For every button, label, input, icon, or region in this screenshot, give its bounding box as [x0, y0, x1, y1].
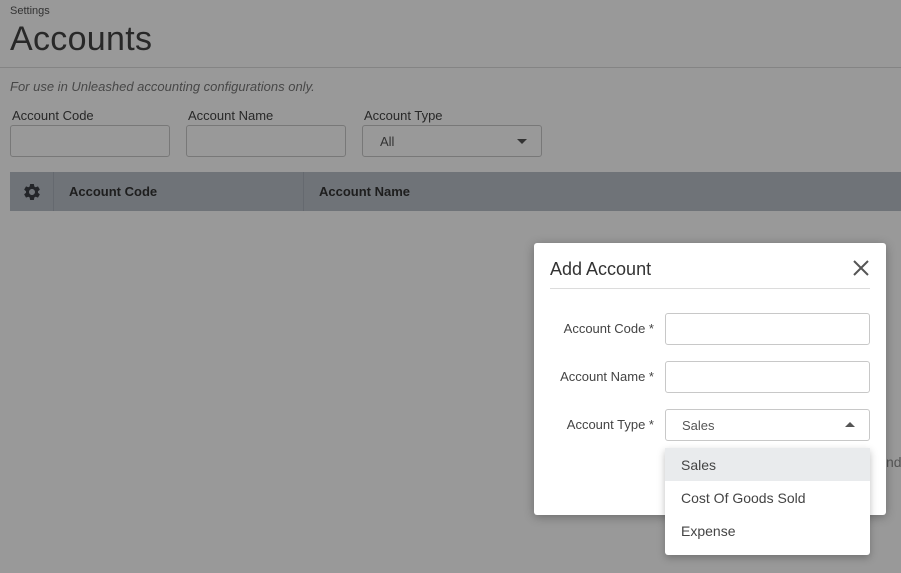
dropdown-option-sales[interactable]: Sales [665, 448, 870, 481]
close-icon[interactable] [852, 259, 870, 277]
modal-title: Add Account [550, 259, 652, 279]
account-code-label: Account Code * [563, 321, 654, 336]
account-type-select[interactable]: Sales [665, 409, 870, 441]
account-code-field[interactable] [665, 313, 870, 345]
modal-divider [550, 288, 870, 289]
account-name-label: Account Name * [560, 369, 654, 384]
dropdown-option-expense[interactable]: Expense [665, 514, 870, 547]
background-peek-text: nd [886, 454, 901, 470]
close-icon-svg [853, 260, 869, 276]
account-type-value: Sales [682, 418, 715, 433]
dropdown-option-cost-of-goods-sold[interactable]: Cost Of Goods Sold [665, 481, 870, 514]
chevron-up-icon [845, 422, 855, 427]
account-name-field[interactable] [665, 361, 870, 393]
account-type-label: Account Type * [566, 417, 654, 432]
account-type-dropdown: Sales Cost Of Goods Sold Expense [665, 448, 870, 555]
